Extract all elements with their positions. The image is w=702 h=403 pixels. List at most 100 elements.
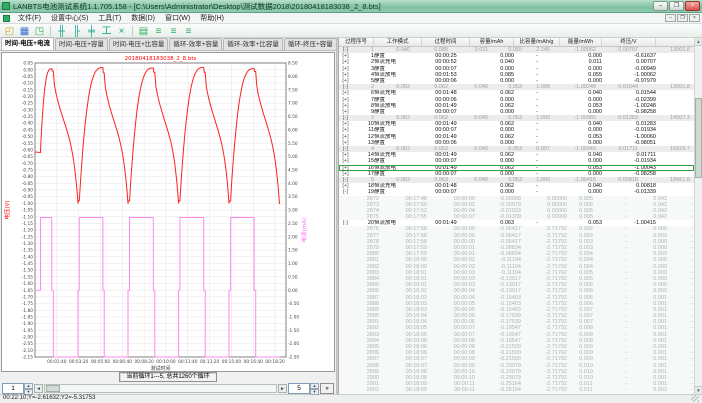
list-view-icon[interactable]: ≡ — [152, 25, 165, 37]
child-close-button[interactable]: × — [689, 14, 700, 22]
svg-text:0.00: 0.00 — [23, 67, 33, 73]
svg-text:-1.85: -1.85 — [22, 315, 33, 321]
project-icon[interactable]: 工 — [100, 25, 113, 37]
svg-text:00:13:20: 00:13:20 — [200, 359, 220, 365]
cursor-position-readout: 00:22:10;Y=-2.61632;Y2=-5.31753 — [3, 395, 95, 402]
svg-text:-1.35: -1.35 — [22, 248, 33, 254]
record-row[interactable]: 290200:18:0900:00:11-0.25164-2.717920.01… — [339, 387, 694, 393]
tab-循环-终压+容量[interactable]: 循环-终压+容量 — [284, 38, 337, 50]
grid-view-icon[interactable]: ▤ — [137, 25, 150, 37]
svg-text:-0.50: -0.50 — [22, 134, 33, 140]
svg-text:-0.15: -0.15 — [22, 87, 33, 93]
close-button[interactable]: × — [685, 1, 700, 11]
step-forward-icon[interactable]: ╟ — [70, 25, 83, 37]
grid-vertical-scrollbar[interactable]: ▲ ▼ — [694, 38, 702, 394]
main-area: 时间-电压+电流时间-电压+容量时间-电压+比容量循环-效率+容量循环-效率+比… — [0, 38, 702, 394]
start-cycle-value[interactable]: 1 — [2, 383, 24, 394]
open-file-icon[interactable]: ◰ — [3, 25, 16, 37]
svg-text:00:01:40: 00:01:40 — [47, 359, 67, 365]
menu-item-1[interactable]: 设置中心(S) — [46, 13, 93, 24]
menu-item-0[interactable]: 文件(F) — [13, 13, 46, 24]
current-cycle-range-button[interactable]: 当前循环1---5, 总共1260个循环 — [119, 372, 216, 382]
scroll-right-icon[interactable]: ► — [278, 384, 287, 393]
tab-循环-效率+比容量[interactable]: 循环-效率+比容量 — [223, 38, 282, 50]
svg-text:-0.25: -0.25 — [22, 101, 33, 107]
tab-时间-电压+比容量[interactable]: 时间-电压+比容量 — [109, 38, 168, 50]
svg-text:-1.50: -1.50 — [288, 328, 299, 334]
tab-循环-效率+容量[interactable]: 循环-效率+容量 — [169, 38, 222, 50]
step-divide-icon[interactable]: ╫ — [55, 25, 68, 37]
svg-text:-0.35: -0.35 — [22, 114, 33, 120]
cut-icon[interactable]: × — [115, 25, 128, 37]
svg-text:00:05:00: 00:05:00 — [91, 359, 111, 365]
spinner-down-icon[interactable]: ▼ — [310, 389, 319, 395]
svg-text:00:03:20: 00:03:20 — [69, 359, 89, 365]
grid-header-7[interactable] — [656, 38, 695, 46]
menu-item-5[interactable]: 帮助(H) — [195, 13, 229, 24]
svg-text:-1.95: -1.95 — [22, 328, 33, 334]
svg-text:0.00: 0.00 — [288, 288, 298, 294]
end-cycle-spinner[interactable]: 5 ▲▼ — [288, 383, 319, 394]
start-cycle-spinner[interactable]: 1 ▲▼ — [2, 383, 33, 394]
scroll-down-icon[interactable]: ▼ — [695, 386, 702, 394]
svg-text:00:11:40: 00:11:40 — [178, 359, 198, 365]
svg-text:测试时间: 测试时间 — [150, 365, 170, 371]
chart-panel: 时间-电压+电流时间-电压+容量时间-电压+比容量循环-效率+容量循环-效率+比… — [0, 38, 336, 394]
svg-text:1.00: 1.00 — [288, 261, 298, 267]
cycle-scrollbar-thumb[interactable] — [46, 385, 60, 392]
child-minimize-button[interactable]: – — [665, 14, 676, 22]
grid-header-4[interactable]: 比容量/mAh/g — [514, 38, 560, 46]
scroll-up-icon[interactable]: ▲ — [695, 38, 702, 46]
cycle-scrollbar[interactable] — [44, 384, 277, 393]
svg-text:00:15:00: 00:15:00 — [222, 359, 242, 365]
more-cycles-button[interactable]: » — [320, 383, 334, 394]
svg-text:-0.60: -0.60 — [22, 147, 33, 153]
svg-text:-0.05: -0.05 — [22, 74, 33, 80]
svg-text:8.00: 8.00 — [288, 74, 298, 80]
grid-scrollbar-thumb[interactable] — [695, 98, 702, 178]
minimize-button[interactable]: – — [653, 1, 668, 11]
time-voltage-current-chart: 0.050.00-0.05-0.10-0.15-0.20-0.25-0.30-0… — [2, 53, 334, 371]
svg-text:-1.60: -1.60 — [22, 281, 33, 287]
scroll-left-icon[interactable]: ◄ — [34, 384, 43, 393]
chart-area[interactable]: 0.050.00-0.05-0.10-0.15-0.20-0.25-0.30-0… — [1, 52, 335, 372]
menu-item-3[interactable]: 数据(D) — [126, 13, 160, 24]
svg-text:-1.00: -1.00 — [22, 201, 33, 207]
svg-text:-2.05: -2.05 — [22, 341, 33, 347]
svg-text:5.50: 5.50 — [288, 141, 298, 147]
svg-text:-0.65: -0.65 — [22, 154, 33, 160]
report-view-icon[interactable]: ≡ — [167, 25, 180, 37]
svg-text:-2.10: -2.10 — [22, 348, 33, 354]
merge-icon[interactable]: ╪ — [85, 25, 98, 37]
svg-text:-0.20: -0.20 — [22, 94, 33, 100]
spinner-down-icon[interactable]: ▼ — [24, 389, 33, 395]
grid-header-3[interactable]: 容量/mAh — [470, 38, 514, 46]
svg-text:6.50: 6.50 — [288, 114, 298, 120]
child-restore-button[interactable]: ❐ — [677, 14, 688, 22]
export-icon[interactable]: ◳ — [33, 25, 46, 37]
toolbar-separator — [132, 26, 133, 36]
svg-text:-0.45: -0.45 — [22, 127, 33, 133]
grid-header-1[interactable]: 工作模式 — [374, 38, 422, 46]
maximize-button[interactable]: ❐ — [669, 1, 684, 11]
grid-header-5[interactable]: 能量/mWh — [560, 38, 602, 46]
menu-item-4[interactable]: 窗口(W) — [160, 13, 195, 24]
tab-时间-电压+容量[interactable]: 时间-电压+容量 — [55, 38, 108, 50]
grid-header-2[interactable]: 过程时间 — [422, 38, 470, 46]
save-icon[interactable]: ▦ — [18, 25, 31, 37]
svg-text:-1.45: -1.45 — [22, 261, 33, 267]
menu-item-2[interactable]: 工具(T) — [93, 13, 126, 24]
svg-text:7.50: 7.50 — [288, 87, 298, 93]
chart-tab-strip: 时间-电压+电流时间-电压+容量时间-电压+比容量循环-效率+容量循环-效率+比… — [0, 38, 336, 51]
resize-grip[interactable] — [691, 395, 699, 402]
grid-header-6[interactable]: 终压/V — [602, 38, 656, 46]
toolbar: ◰▦◳╫╟╪工×▤≡≡≡ — [0, 24, 702, 38]
tab-时间-电压+电流[interactable]: 时间-电压+电流 — [1, 37, 54, 50]
end-cycle-value[interactable]: 5 — [288, 383, 310, 394]
grid-header-0[interactable]: 过程序号 — [339, 38, 374, 46]
svg-text:-0.75: -0.75 — [22, 168, 33, 174]
svg-text:00:10:00: 00:10:00 — [156, 359, 176, 365]
detail-view-icon[interactable]: ≡ — [182, 25, 195, 37]
svg-text:-2.00: -2.00 — [288, 341, 299, 347]
svg-text:6.00: 6.00 — [288, 127, 298, 133]
